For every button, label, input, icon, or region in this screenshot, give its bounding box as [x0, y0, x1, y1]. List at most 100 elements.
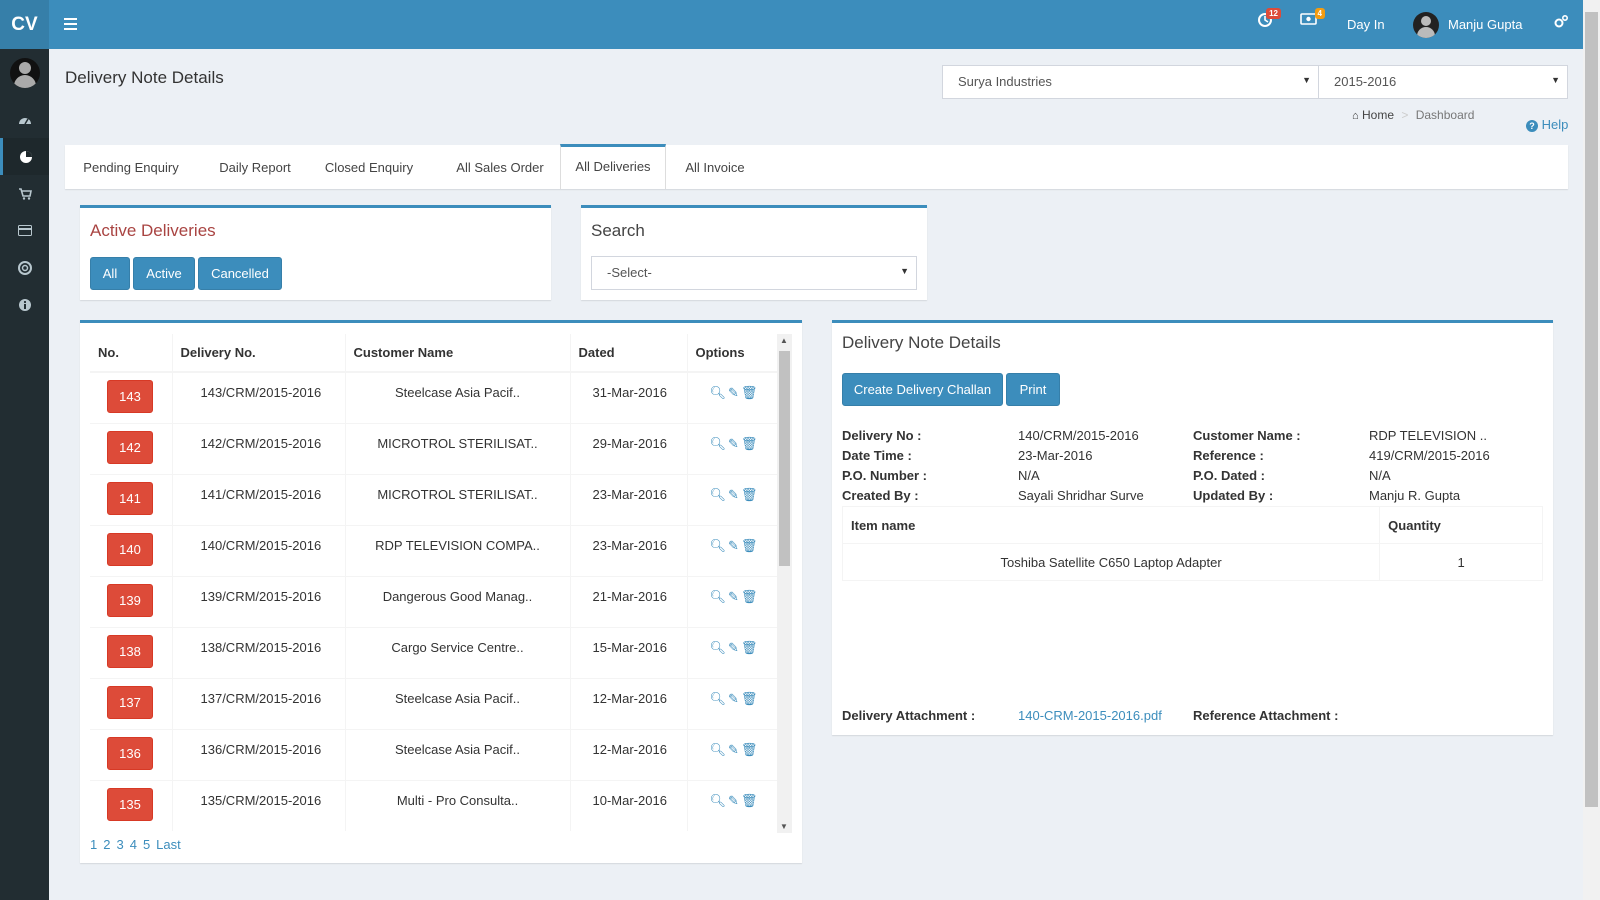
app-logo[interactable]: CV [0, 0, 49, 49]
delete-icon[interactable]: 🗑︎ [741, 436, 758, 452]
sidebar-item-reports[interactable] [0, 138, 49, 175]
credit-card-icon [17, 225, 32, 236]
tab-daily-report[interactable]: Daily Report [213, 145, 297, 189]
table-row[interactable]: 135 135/CRM/2015-2016 Multi - Pro Consul… [90, 779, 777, 831]
help-link[interactable]: ? Help [1526, 117, 1568, 132]
delivery-number-badge[interactable]: 138 [107, 634, 153, 668]
delivery-attachment-link[interactable]: 140-CRM-2015-2016.pdf [1018, 708, 1162, 723]
page-link-2[interactable]: 2 [103, 837, 110, 852]
delivery-no-cell: 142/CRM/2015-2016 [172, 422, 346, 474]
settings-gears-icon[interactable] [1553, 14, 1569, 35]
sidebar-item-sales[interactable] [0, 175, 49, 212]
table-row[interactable]: 143 143/CRM/2015-2016 Steelcase Asia Pac… [90, 371, 777, 423]
header-delivery-no[interactable]: Delivery No. [172, 334, 346, 373]
delete-icon[interactable]: 🗑︎ [741, 487, 758, 503]
view-icon[interactable]: 🔍︎ [710, 793, 727, 809]
view-icon[interactable]: 🔍︎ [710, 589, 727, 605]
delete-icon[interactable]: 🗑︎ [741, 385, 758, 401]
table-row[interactable]: 138 138/CRM/2015-2016 Cargo Service Cent… [90, 626, 777, 678]
create-delivery-challan-button[interactable]: Create Delivery Challan [842, 373, 1003, 406]
delivery-number-badge[interactable]: 136 [107, 736, 153, 770]
page-link-last[interactable]: Last [156, 837, 181, 852]
reference-attachment-label: Reference Attachment : [1193, 708, 1339, 723]
delete-icon[interactable]: 🗑︎ [741, 793, 758, 809]
day-in-link[interactable]: Day In [1347, 17, 1385, 32]
customer-cell: RDP TELEVISION COMPA.. [345, 524, 571, 576]
table-row[interactable]: 142 142/CRM/2015-2016 MICROTROL STERILIS… [90, 422, 777, 474]
search-title: Search [591, 221, 645, 240]
page-link-3[interactable]: 3 [116, 837, 123, 852]
view-icon[interactable]: 🔍︎ [710, 742, 727, 758]
page-link-5[interactable]: 5 [143, 837, 150, 852]
user-avatar[interactable] [1413, 12, 1439, 38]
delivery-attachment-label: Delivery Attachment : [842, 708, 976, 723]
view-icon[interactable]: 🔍︎ [710, 538, 727, 554]
delivery-number-badge[interactable]: 140 [107, 532, 153, 566]
delivery-number-badge[interactable]: 137 [107, 685, 153, 719]
user-name[interactable]: Manju Gupta [1448, 17, 1522, 32]
delete-icon[interactable]: 🗑︎ [741, 691, 758, 707]
tab-all-invoice[interactable]: All Invoice [680, 145, 750, 189]
page-scrollbar[interactable] [1583, 0, 1600, 900]
table-row[interactable]: 136 136/CRM/2015-2016 Steelcase Asia Pac… [90, 728, 777, 780]
page-link-4[interactable]: 4 [130, 837, 137, 852]
customer-cell: Steelcase Asia Pacif.. [345, 371, 571, 423]
tab-all-sales-order[interactable]: All Sales Order [450, 145, 550, 189]
edit-icon[interactable]: ✎ [728, 487, 739, 503]
print-button[interactable]: Print [1006, 373, 1060, 406]
view-icon[interactable]: 🔍︎ [710, 691, 727, 707]
filter-active-button[interactable]: Active [133, 257, 195, 290]
delivery-no-cell: 136/CRM/2015-2016 [172, 728, 346, 780]
delete-icon[interactable]: 🗑︎ [741, 589, 758, 605]
table-row[interactable]: 140 140/CRM/2015-2016 RDP TELEVISION COM… [90, 524, 777, 576]
view-icon[interactable]: 🔍︎ [710, 436, 727, 452]
sidebar-item-dashboard[interactable] [0, 101, 49, 138]
edit-icon[interactable]: ✎ [728, 589, 739, 605]
filter-cancelled-button[interactable]: Cancelled [198, 257, 282, 290]
edit-icon[interactable]: ✎ [728, 436, 739, 452]
company-select[interactable]: Surya Industries ▼ [942, 65, 1319, 99]
edit-icon[interactable]: ✎ [728, 691, 739, 707]
scroll-down-icon[interactable]: ▼ [780, 822, 788, 831]
edit-icon[interactable]: ✎ [728, 538, 739, 554]
delivery-number-badge[interactable]: 141 [107, 481, 153, 515]
edit-icon[interactable]: ✎ [728, 793, 739, 809]
table-row[interactable]: 137 137/CRM/2015-2016 Steelcase Asia Pac… [90, 677, 777, 729]
filter-all-button[interactable]: All [90, 257, 130, 290]
edit-icon[interactable]: ✎ [728, 385, 739, 401]
view-icon[interactable]: 🔍︎ [710, 385, 727, 401]
table-scrollbar[interactable]: ▲ ▼ [777, 334, 792, 833]
sidebar-item-billing[interactable] [0, 212, 49, 249]
tab-pending-enquiry[interactable]: Pending Enquiry [81, 145, 181, 189]
table-row[interactable]: 141 141/CRM/2015-2016 MICROTROL STERILIS… [90, 473, 777, 525]
delivery-number-badge[interactable]: 135 [107, 787, 153, 821]
view-icon[interactable]: 🔍︎ [710, 487, 727, 503]
sidebar-item-info[interactable] [0, 286, 49, 323]
delete-icon[interactable]: 🗑︎ [741, 742, 758, 758]
delivery-no-cell: 138/CRM/2015-2016 [172, 626, 346, 678]
delete-icon[interactable]: 🗑︎ [741, 538, 758, 554]
menu-toggle-icon[interactable] [60, 14, 82, 34]
year-select[interactable]: 2015-2016 ▼ [1318, 65, 1568, 99]
delivery-number-badge[interactable]: 142 [107, 430, 153, 464]
notifications-icon[interactable]: 12 [1257, 8, 1281, 33]
tab-all-deliveries[interactable]: All Deliveries [560, 144, 666, 189]
edit-icon[interactable]: ✎ [728, 742, 739, 758]
sidebar-item-support[interactable] [0, 249, 49, 286]
delete-icon[interactable]: 🗑︎ [741, 640, 758, 656]
delivery-number-badge[interactable]: 143 [107, 380, 153, 413]
header-no[interactable]: No. [90, 334, 173, 373]
view-icon[interactable]: 🔍︎ [710, 640, 727, 656]
breadcrumb-home[interactable]: Home [1362, 108, 1394, 122]
header-customer-name[interactable]: Customer Name [345, 334, 571, 373]
page-link-1[interactable]: 1 [90, 837, 97, 852]
scroll-up-icon[interactable]: ▲ [780, 336, 788, 345]
sidebar [0, 49, 49, 900]
tab-closed-enquiry[interactable]: Closed Enquiry [323, 145, 415, 189]
edit-icon[interactable]: ✎ [728, 640, 739, 656]
table-row[interactable]: 139 139/CRM/2015-2016 Dangerous Good Man… [90, 575, 777, 627]
messages-icon[interactable]: 4 [1300, 8, 1325, 31]
header-dated[interactable]: Dated [570, 334, 688, 373]
delivery-number-badge[interactable]: 139 [107, 583, 153, 617]
search-select[interactable]: -Select- ▼ [591, 256, 917, 290]
